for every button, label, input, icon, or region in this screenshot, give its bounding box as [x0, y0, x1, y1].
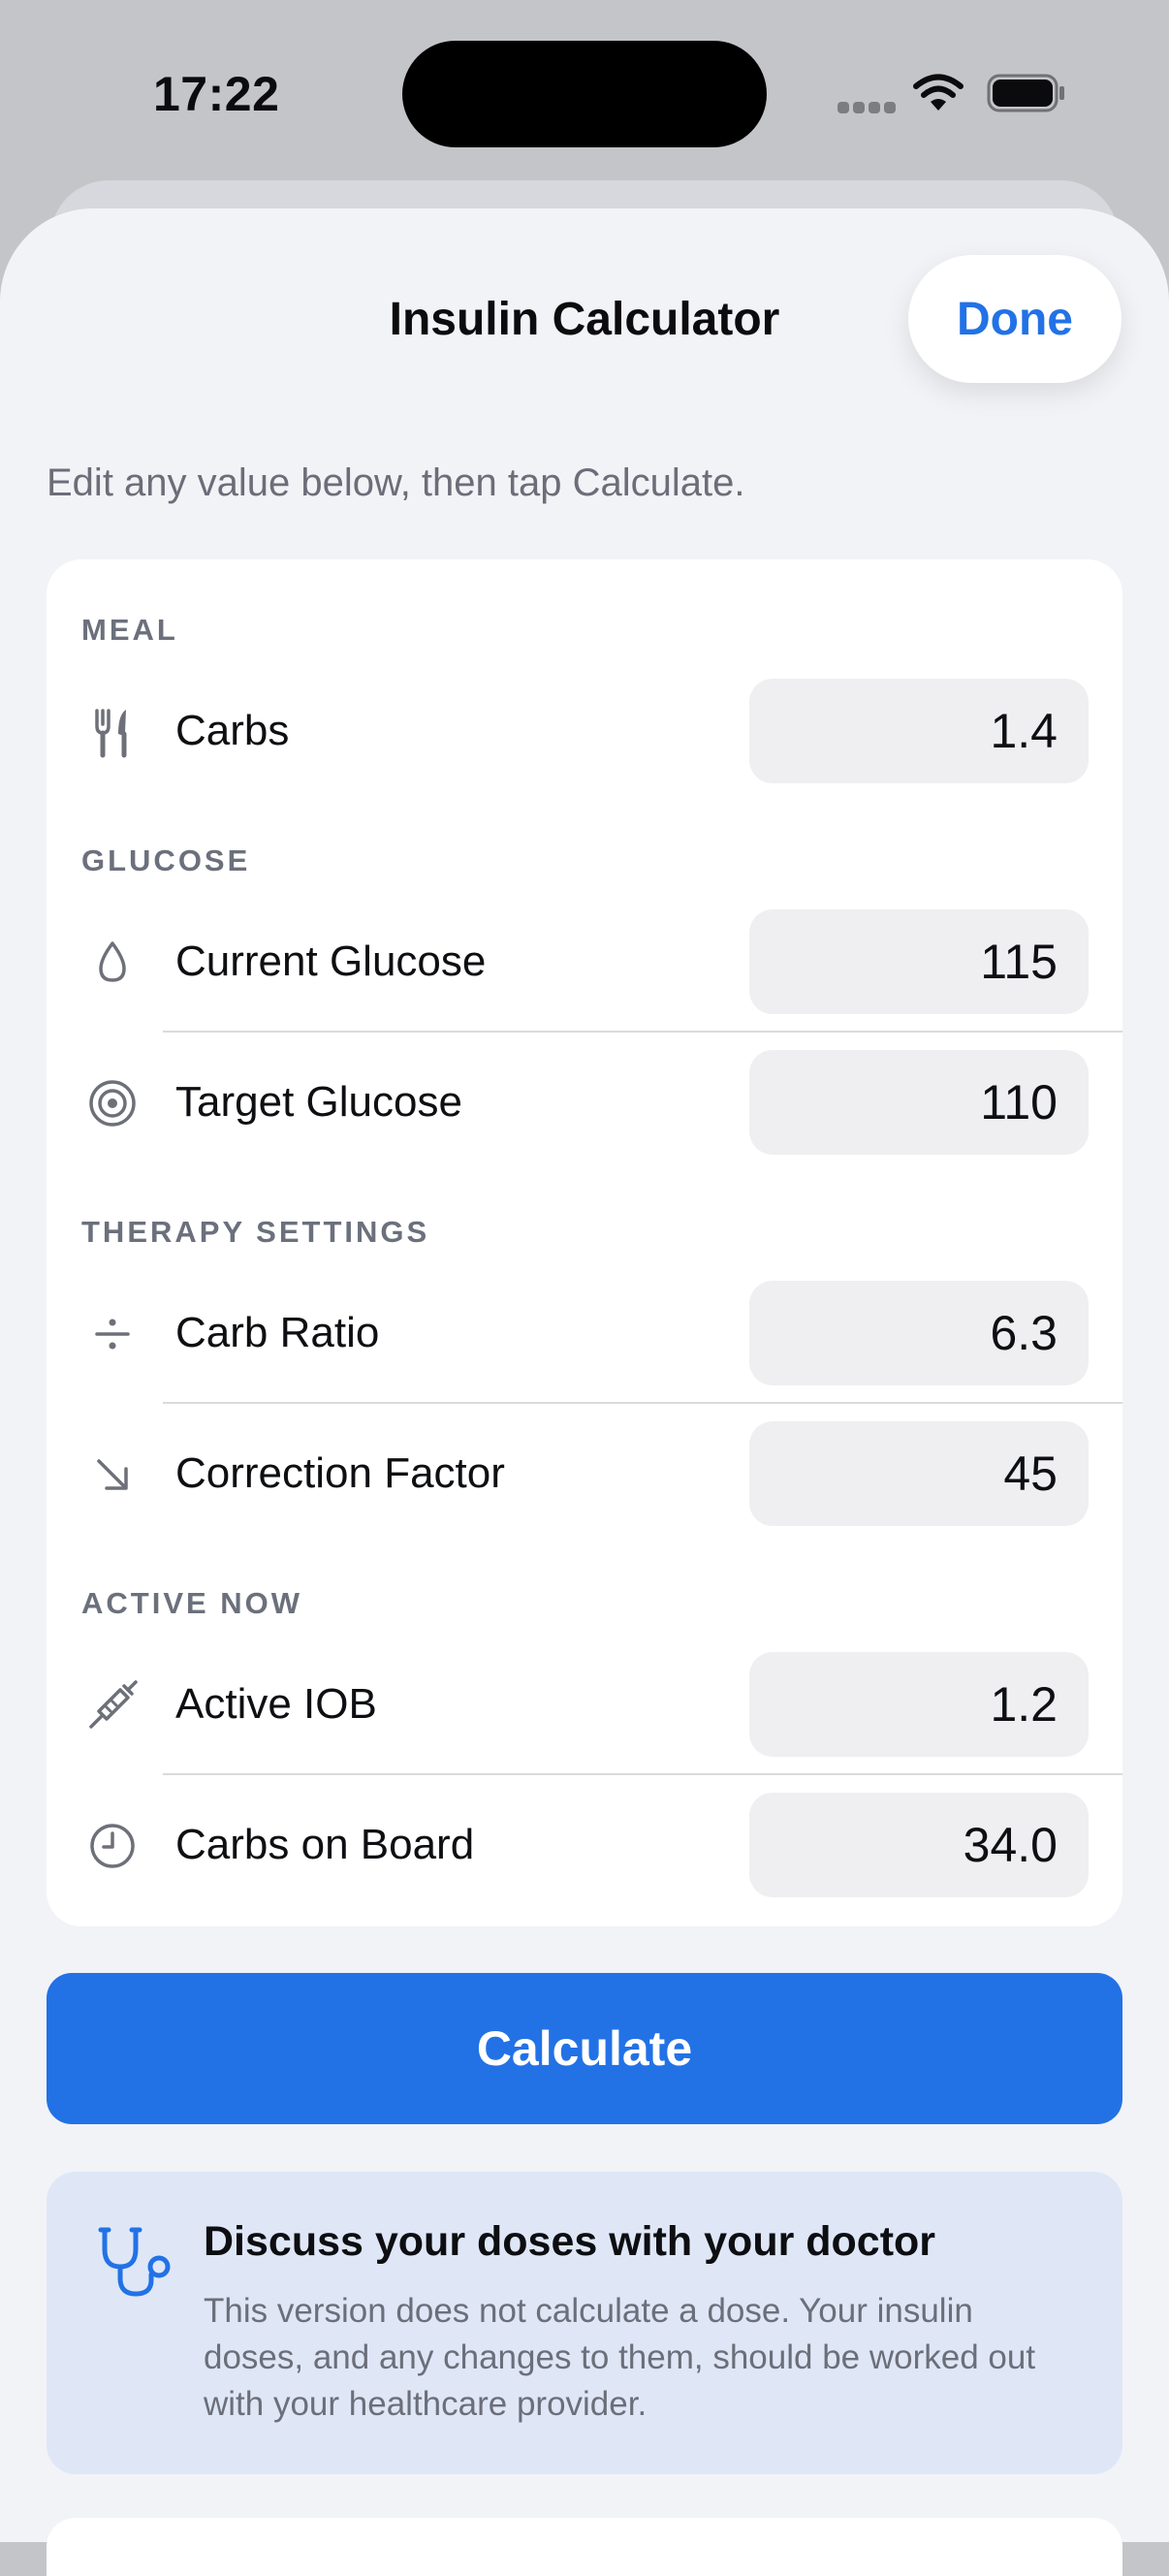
stethoscope-icon [98, 2227, 171, 2297]
section-header-meal: MEAL [81, 613, 178, 647]
carbs-input[interactable] [749, 679, 1089, 783]
next-card-peek [47, 2518, 1122, 2576]
cellular-signal-icon [837, 102, 896, 115]
instructions-text: Edit any value below, then tap Calculate… [47, 461, 745, 504]
active-iob-label: Active IOB [175, 1680, 377, 1728]
clock-icon [90, 1824, 135, 1868]
carbs-on-board-input[interactable] [749, 1793, 1089, 1897]
syringe-icon [89, 1680, 138, 1729]
dynamic-island [402, 41, 767, 147]
row-divider [163, 1773, 1122, 1775]
active-iob-input[interactable] [749, 1652, 1089, 1757]
carbs-on-board-label: Carbs on Board [175, 1821, 475, 1868]
status-bar: 17:22 [0, 0, 1169, 184]
notice-body: This version does not calculate a dose. … [204, 2292, 1036, 2423]
correction-factor-input[interactable] [749, 1421, 1089, 1526]
section-header-therapy-settings: THERAPY SETTINGS [81, 1215, 430, 1249]
carbs-label: Carbs [175, 707, 290, 754]
section-header-glucose: GLUCOSE [81, 843, 251, 877]
calculate-button[interactable]: Calculate [47, 1973, 1122, 2124]
row-divider [163, 1031, 1122, 1033]
arrow-down-right-icon [97, 1459, 128, 1490]
wifi-icon [913, 74, 964, 111]
input-form-card: MEAL Carbs GLUCOSE Current Glucose Targe… [47, 559, 1122, 1926]
divide-icon [95, 1319, 130, 1350]
section-header-active-now: ACTIVE NOW [81, 1586, 303, 1620]
carb-ratio-label: Carb Ratio [175, 1309, 380, 1356]
current-glucose-input[interactable] [749, 909, 1089, 1014]
notice-title: Discuss your doses with your doctor [204, 2218, 936, 2265]
correction-factor-label: Correction Factor [175, 1449, 505, 1497]
target-icon [89, 1080, 136, 1127]
battery-icon [987, 74, 1064, 112]
drop-icon [99, 941, 126, 982]
row-divider [163, 1402, 1122, 1404]
fork-knife-icon [95, 709, 127, 758]
done-button[interactable]: Done [908, 255, 1122, 383]
doctor-notice-card: Discuss your doses with your doctor This… [47, 2172, 1122, 2474]
target-glucose-label: Target Glucose [175, 1078, 462, 1126]
target-glucose-input[interactable] [749, 1050, 1089, 1155]
current-glucose-label: Current Glucose [175, 938, 487, 985]
carb-ratio-input[interactable] [749, 1281, 1089, 1385]
status-time: 17:22 [153, 67, 280, 121]
